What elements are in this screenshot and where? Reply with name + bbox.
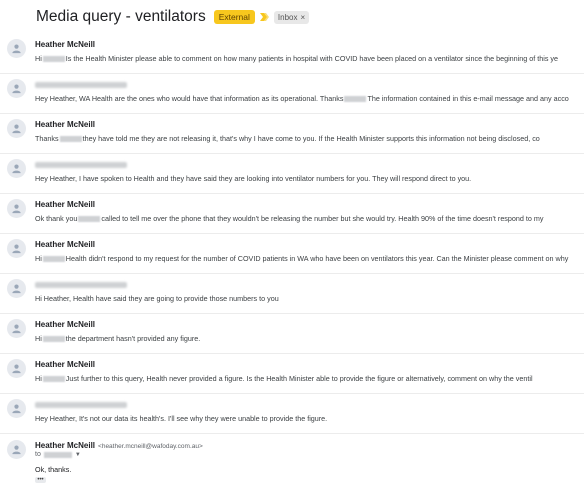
message-snippet: Hi Health didn't respond to my request fo… [35, 254, 580, 263]
message-snippet: Thanks they have told me they are not rel… [35, 134, 580, 143]
avatar [7, 39, 26, 58]
redacted-recipient [43, 451, 72, 458]
remove-label-icon[interactable]: × [300, 13, 305, 22]
chevron-down-icon[interactable]: ▼ [75, 452, 81, 458]
message-row[interactable]: Heather McNeill Hi Is the Health Minister … [0, 33, 584, 74]
snippet-text: Hi [35, 334, 42, 343]
redacted-name [344, 96, 367, 103]
sender-name: Heather McNeill [35, 120, 96, 129]
message-body: Ok, thanks. [35, 465, 72, 474]
sender-name: Heather McNeill [35, 360, 96, 369]
snippet-text: they have told me they are not releasing… [82, 134, 540, 143]
redacted-sender [35, 402, 127, 408]
redacted-name [78, 216, 101, 223]
redacted-sender [35, 82, 127, 88]
redacted-name [42, 56, 65, 63]
person-icon [12, 324, 21, 334]
avatar [7, 359, 26, 378]
snippet-text: Hi [35, 374, 42, 383]
message-row[interactable]: Hey Heather, It's not our data its healt… [0, 393, 584, 434]
snippet-text: Hey Heather, I have spoken to Health and… [35, 174, 472, 183]
recipient-line[interactable]: to ▼ [35, 451, 81, 458]
snippet-text: the department hasn't provided any figur… [65, 334, 201, 343]
redacted-name [42, 256, 65, 263]
snippet-text: Ok thank you [35, 214, 78, 223]
sender-email: <heather.mcneill@wafoday.com.au> [98, 443, 203, 450]
message-snippet: Hi the department hasn't provided any fig… [35, 334, 580, 343]
message-snippet: Hey Heather, It's not our data its healt… [35, 414, 580, 423]
person-icon [12, 364, 21, 374]
redacted-sender [35, 282, 127, 288]
snippet-text: Hi [35, 254, 42, 263]
person-icon [12, 204, 21, 214]
person-icon [12, 284, 21, 294]
inbox-label-badge: Inbox × [273, 10, 310, 24]
avatar [7, 119, 26, 138]
person-icon [12, 84, 21, 94]
avatar [7, 239, 26, 258]
message-snippet: Hi Just further to this query, Health nev… [35, 374, 580, 383]
avatar [7, 440, 26, 459]
snippet-text: Hey Heather, It's not our data its healt… [35, 414, 328, 423]
snippet-text: Is the Health Minister please able to co… [65, 54, 559, 63]
person-icon [12, 164, 21, 174]
snippet-text: Health didn't respond to my request for … [65, 254, 569, 263]
message-snippet: Ok thank you called to tell me over the p… [35, 214, 580, 223]
sender-name: Heather McNeill [35, 40, 96, 49]
sender-name: Heather McNeill [35, 240, 96, 249]
snippet-text: Hey Heather, WA Health are the ones who … [35, 94, 344, 103]
sender-name: Heather McNeill [35, 200, 96, 209]
redacted-sender [35, 162, 127, 168]
snippet-text: The information contained in this e-mail… [367, 94, 569, 103]
redacted-name [42, 376, 65, 383]
person-icon [12, 244, 21, 254]
inbox-label-text: Inbox [277, 12, 298, 22]
message-row[interactable]: Heather McNeill Hi Just further to this qu… [0, 353, 584, 394]
importance-marker-icon[interactable] [259, 13, 270, 21]
message-row[interactable]: Hi Heather, Health have said they are go… [0, 273, 584, 314]
message-row[interactable]: Hey Heather, WA Health are the ones who … [0, 73, 584, 114]
message-snippet: Hey Heather, I have spoken to Health and… [35, 174, 580, 183]
message-snippet: Hi Heather, Health have said they are go… [35, 294, 580, 303]
message-row[interactable]: Heather McNeill Hi Health didn't respond t… [0, 233, 584, 274]
avatar [7, 319, 26, 338]
sender-name[interactable]: Heather McNeill <heather.mcneill@wafoday.… [35, 441, 203, 450]
snippet-text: called to tell me over the phone that th… [101, 214, 544, 223]
message-snippet: Hey Heather, WA Health are the ones who … [35, 94, 580, 103]
show-trimmed-content-button[interactable]: ••• [35, 477, 46, 483]
snippet-text: Hi [35, 54, 42, 63]
person-icon [12, 44, 21, 54]
avatar [7, 199, 26, 218]
sender-name-text: Heather McNeill [35, 441, 96, 450]
message-row[interactable]: Hey Heather, I have spoken to Health and… [0, 153, 584, 194]
person-icon [12, 404, 21, 414]
message-row[interactable]: Heather McNeill Hi the department hasn't p… [0, 313, 584, 354]
message-snippet: Hi Is the Health Minister please able to … [35, 54, 580, 63]
sender-name: Heather McNeill [35, 320, 96, 329]
avatar [7, 399, 26, 418]
redacted-name [59, 136, 82, 143]
snippet-text: Just further to this query, Health never… [65, 374, 533, 383]
thread-header: Media query - ventilators External Inbox… [36, 7, 310, 27]
avatar [7, 159, 26, 178]
to-label: to [35, 451, 41, 458]
thread-subject: Media query - ventilators [36, 8, 206, 25]
avatar [7, 79, 26, 98]
external-label-badge: External [213, 10, 255, 24]
redacted-name [42, 336, 65, 343]
expanded-message: Heather McNeill <heather.mcneill@wafoday.… [0, 434, 584, 496]
snippet-text: Thanks [35, 134, 59, 143]
avatar [7, 279, 26, 298]
person-icon [12, 124, 21, 134]
message-row[interactable]: Heather McNeill Thanks they have told me t… [0, 113, 584, 154]
message-row[interactable]: Heather McNeill Ok thank you called to tel… [0, 193, 584, 234]
snippet-text: Hi Heather, Health have said they are go… [35, 294, 279, 303]
